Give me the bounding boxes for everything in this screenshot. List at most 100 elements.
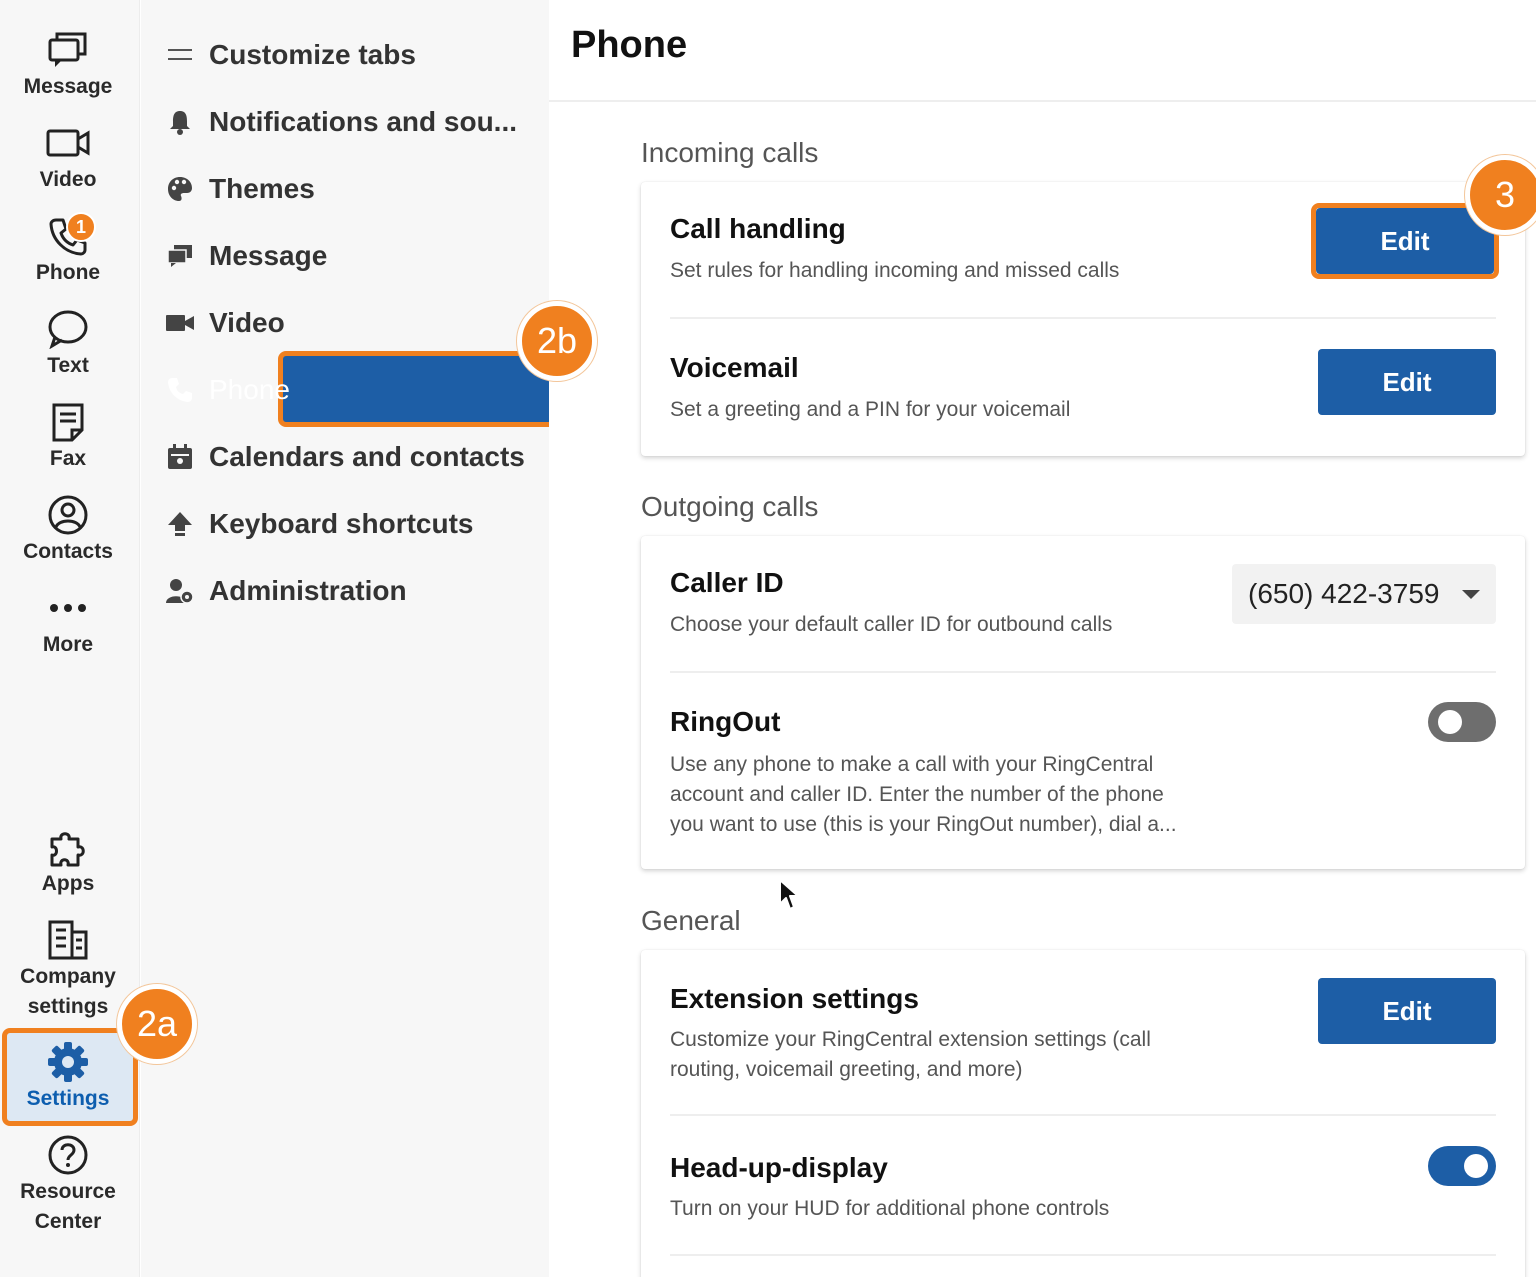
nav-label: Video bbox=[209, 306, 285, 338]
rail-item-text[interactable]: Text bbox=[0, 307, 136, 381]
row-divider bbox=[670, 1254, 1496, 1256]
nav-label: Customize tabs bbox=[209, 38, 416, 70]
ringout-desc-line: you want to use (this is your RingOut nu… bbox=[670, 813, 1177, 836]
row-divider bbox=[670, 671, 1496, 673]
nav-item-calendars[interactable]: Calendars and contacts bbox=[141, 423, 549, 490]
ringout-desc-line: account and caller ID. Enter the number … bbox=[670, 783, 1164, 806]
rail-item-contacts[interactable]: Contacts bbox=[0, 493, 136, 567]
section-heading-outgoing: Outgoing calls bbox=[641, 491, 819, 522]
rail-label: Center bbox=[34, 1210, 102, 1233]
section-heading-incoming: Incoming calls bbox=[641, 137, 819, 168]
ringout-desc-line: Use any phone to make a call with your R… bbox=[670, 753, 1154, 776]
nav-label: Message bbox=[209, 239, 328, 271]
menu-icon bbox=[165, 40, 195, 70]
chat-bubble-icon bbox=[46, 307, 90, 351]
rail-label: More bbox=[42, 633, 94, 656]
extension-settings-desc-line: Customize your RingCentral extension set… bbox=[670, 1028, 1151, 1051]
caller-id-desc: Choose your default caller ID for outbou… bbox=[670, 613, 1113, 636]
rail-label: Message bbox=[23, 75, 113, 98]
general-card: Extension settings Customize your RingCe… bbox=[641, 950, 1525, 1277]
rail-item-apps[interactable]: Apps bbox=[0, 825, 136, 899]
rail-item-more[interactable]: More bbox=[0, 586, 136, 660]
gear-icon bbox=[46, 1040, 90, 1084]
shortcut-icon bbox=[165, 509, 195, 539]
nav-item-phone[interactable]: Phone bbox=[141, 356, 549, 423]
phone-icon: 1 bbox=[46, 212, 96, 258]
calendar-icon bbox=[165, 442, 195, 472]
nav-label: Notifications and sou... bbox=[209, 105, 518, 137]
rail-item-settings[interactable]: Settings bbox=[0, 1040, 136, 1114]
voicemail-edit-button[interactable]: Edit bbox=[1318, 349, 1496, 415]
hud-title: Head-up-display bbox=[670, 1152, 888, 1183]
rail-label: Video bbox=[39, 168, 97, 191]
rail-label: settings bbox=[27, 995, 109, 1018]
settings-nav: Customize tabs Notifications and sou... … bbox=[141, 0, 692, 1277]
phone-icon bbox=[165, 375, 195, 405]
voicemail-title: Voicemail bbox=[670, 352, 799, 383]
rail-item-company-settings[interactable]: Company settings bbox=[0, 918, 136, 1022]
fax-icon bbox=[46, 400, 90, 444]
extension-settings-desc-line: routing, voicemail greeting, and more) bbox=[670, 1058, 1023, 1081]
caller-id-select[interactable]: (650) 422-3759 bbox=[1232, 564, 1496, 624]
section-heading-general: General bbox=[641, 905, 741, 936]
nav-label: Keyboard shortcuts bbox=[209, 507, 474, 539]
rail-label: Fax bbox=[49, 447, 87, 470]
voicemail-desc: Set a greeting and a PIN for your voicem… bbox=[670, 398, 1071, 421]
call-handling-desc: Set rules for handling incoming and miss… bbox=[670, 259, 1120, 282]
nav-label: Themes bbox=[209, 172, 315, 204]
help-icon bbox=[46, 1133, 90, 1177]
extension-settings-edit-button[interactable]: Edit bbox=[1318, 978, 1496, 1044]
page-title: Phone bbox=[571, 24, 688, 66]
rail-item-message[interactable]: Message bbox=[0, 28, 136, 102]
hud-toggle[interactable] bbox=[1428, 1146, 1496, 1186]
message-icon bbox=[165, 241, 195, 271]
app-rail: Message Video 1 Phone Text Fax Contacts bbox=[0, 0, 140, 1277]
callout-step-2a: 2a bbox=[117, 984, 197, 1064]
rail-label: Company bbox=[20, 965, 116, 988]
row-divider bbox=[670, 1114, 1496, 1116]
hud-desc: Turn on your HUD for additional phone co… bbox=[670, 1197, 1110, 1220]
contacts-icon bbox=[46, 493, 90, 537]
nav-item-themes[interactable]: Themes bbox=[141, 155, 549, 222]
chevron-down-icon bbox=[1462, 590, 1480, 599]
video-icon bbox=[46, 121, 90, 165]
more-icon bbox=[46, 586, 90, 630]
rail-item-phone[interactable]: 1 Phone bbox=[0, 212, 136, 288]
phone-settings-panel: Phone Incoming calls Call handling Set r… bbox=[549, 0, 1536, 1277]
rail-label: Resource bbox=[20, 1180, 116, 1203]
caller-id-title: Caller ID bbox=[670, 567, 784, 598]
call-handling-edit-button[interactable]: Edit bbox=[1316, 208, 1494, 274]
nav-item-message[interactable]: Message bbox=[141, 222, 549, 289]
toggle-knob bbox=[1464, 1154, 1488, 1178]
nav-item-video[interactable]: Video bbox=[141, 289, 549, 356]
nav-label: Administration bbox=[209, 574, 407, 606]
rail-label: Settings bbox=[26, 1087, 110, 1110]
callout-step-3: 3 bbox=[1465, 155, 1536, 235]
caller-id-value: (650) 422-3759 bbox=[1248, 578, 1440, 609]
admin-icon bbox=[165, 576, 195, 606]
extension-settings-title: Extension settings bbox=[670, 983, 919, 1014]
incoming-calls-card: Call handling Set rules for handling inc… bbox=[641, 182, 1525, 456]
nav-item-keyboard-shortcuts[interactable]: Keyboard shortcuts bbox=[141, 490, 549, 557]
rail-item-video[interactable]: Video bbox=[0, 121, 136, 195]
nav-item-customize-tabs[interactable]: Customize tabs bbox=[141, 21, 549, 88]
ringout-toggle[interactable] bbox=[1428, 702, 1496, 742]
title-divider bbox=[549, 100, 1536, 102]
call-handling-title: Call handling bbox=[670, 213, 846, 244]
rail-label: Text bbox=[47, 354, 89, 377]
unread-badge: 1 bbox=[66, 212, 96, 242]
rail-label: Apps bbox=[41, 872, 95, 895]
nav-label: Phone bbox=[209, 373, 290, 405]
message-icon bbox=[46, 28, 90, 72]
outgoing-calls-card: Caller ID Choose your default caller ID … bbox=[641, 536, 1525, 869]
nav-item-administration[interactable]: Administration bbox=[141, 557, 549, 624]
rail-item-fax[interactable]: Fax bbox=[0, 400, 136, 474]
rail-item-resource-center[interactable]: Resource Center bbox=[0, 1133, 136, 1237]
nav-item-notifications[interactable]: Notifications and sou... bbox=[141, 88, 549, 155]
palette-icon bbox=[165, 174, 195, 204]
mouse-pointer-icon bbox=[778, 878, 800, 917]
rail-label: Phone bbox=[35, 261, 101, 284]
puzzle-icon bbox=[46, 825, 90, 869]
rail-label: Contacts bbox=[23, 540, 113, 563]
nav-label: Calendars and contacts bbox=[209, 440, 525, 472]
